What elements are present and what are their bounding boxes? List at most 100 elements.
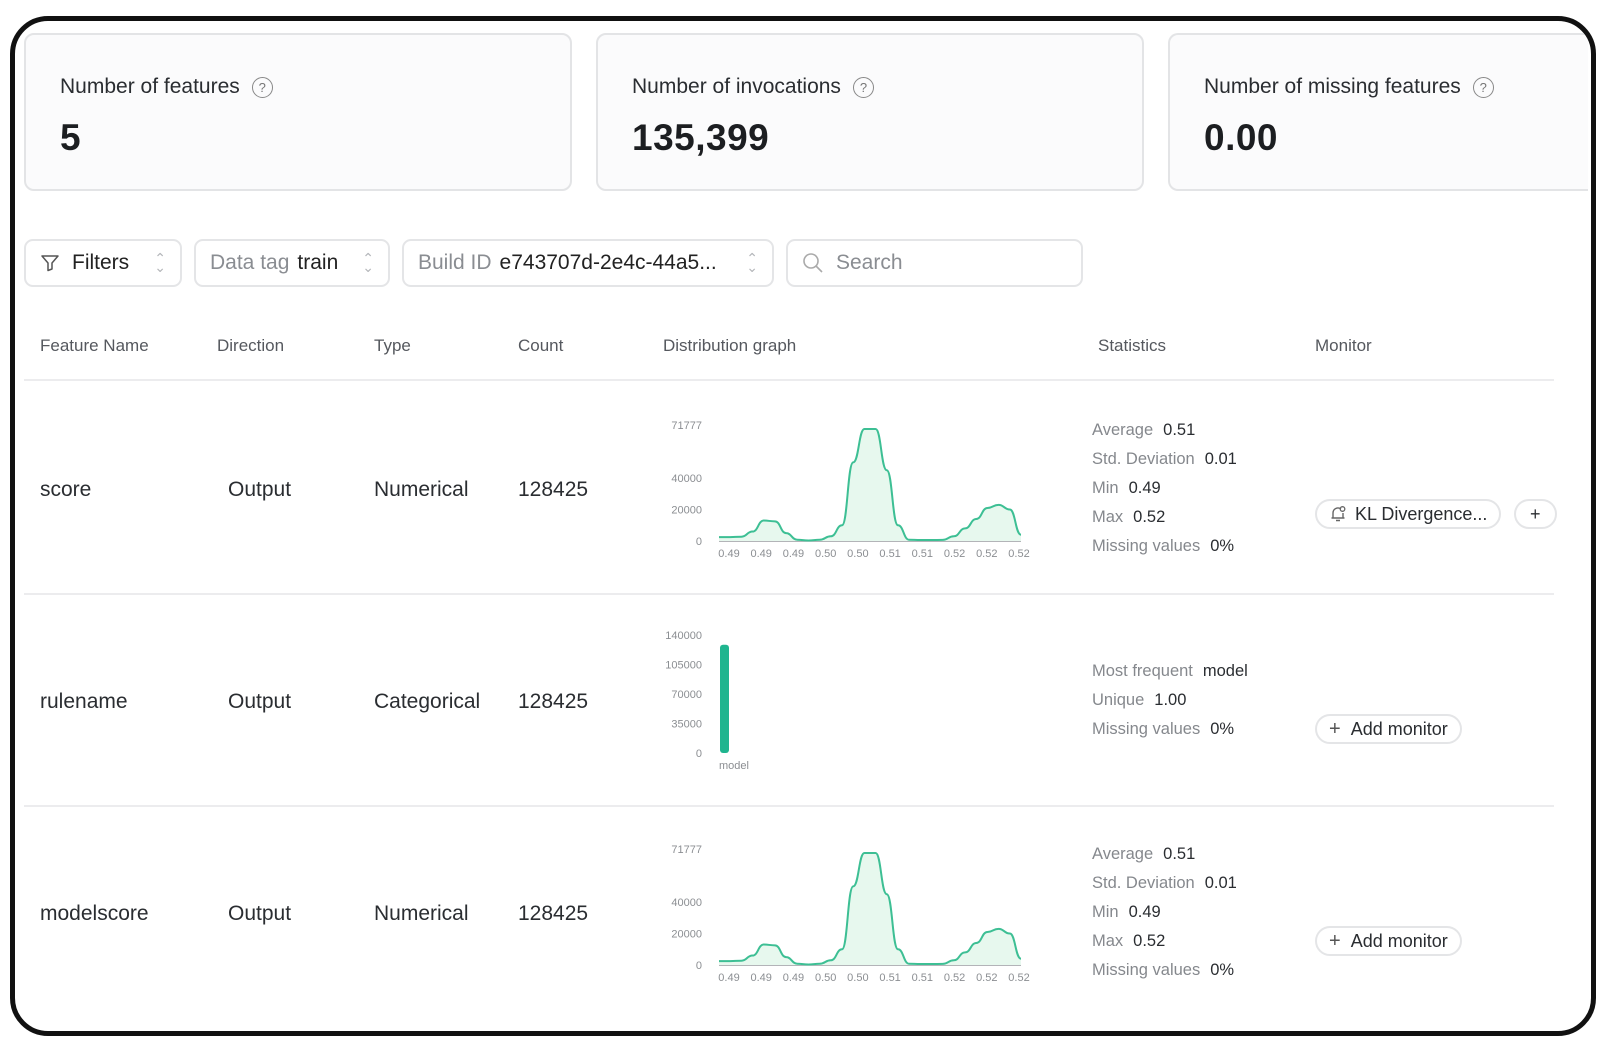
toolbar: Filters ⌃ ⌄ Data tag train ⌃ ⌄ Build ID e7… [24,239,1083,287]
build-id-label: Build ID [418,251,492,274]
content: Number of features? 5 Number of invocati… [24,33,1591,1031]
stat-missing: Missing values 0% [1092,961,1235,979]
feature-name: rulename [40,690,128,713]
x-tick-label: 0.52 [1008,548,1029,560]
x-tick-label: 0.49 [718,548,739,560]
x-tick-label: 0.52 [1008,972,1029,984]
header-count[interactable]: Count [518,336,563,356]
build-id-select[interactable]: Build ID e743707d-2e4c-44a5... ⌃ ⌄ [402,239,774,287]
x-tick-label: 0.50 [815,548,836,560]
x-tick-label: 0.50 [847,972,868,984]
card-value: 5 [60,117,82,158]
card-value: 0.00 [1204,117,1279,158]
count: 128425 [518,690,589,713]
bell-icon [1331,506,1346,522]
y-tick-label: 40000 [671,897,702,909]
table-row[interactable]: modelscore Output Numerical 128425 0 2000… [24,807,1554,1019]
help-icon[interactable]: ? [251,76,273,98]
area-fill [719,429,1021,541]
monitor-label: KL Divergence... [1355,503,1488,524]
y-tick-label: 140000 [665,630,702,642]
y-tick-label: 40000 [671,473,702,485]
chevron-up-down-icon: ⌃ ⌄ [362,250,374,275]
x-tick-label: 0.52 [976,548,997,560]
stat-max: Max 0.52 [1092,508,1166,526]
x-tick-label: 0.49 [718,972,739,984]
type: Numerical [374,902,469,925]
statistics: Average 0.51 Std. Deviation 0.01 Min 0.49 M… [1092,840,1237,985]
header-type[interactable]: Type [374,336,411,356]
table-header: Feature Name Direction Type Count Distri… [24,321,1554,381]
header-monitor: Monitor [1315,336,1372,355]
data-tag-value: train [297,251,339,274]
x-tick-label: 0.49 [751,972,772,984]
card-label: Number of features [60,75,240,98]
window-frame: Number of features? 5 Number of invocati… [10,16,1596,1036]
plus-icon: + [1530,503,1541,524]
table-row[interactable]: score Output Numerical 128425 0 20000 4000… [24,383,1557,595]
monitor-label: Add monitor [1350,930,1448,951]
stat-average: Average 0.51 [1092,845,1196,863]
stat-min: Min 0.49 [1092,479,1161,497]
search-icon [803,253,823,273]
build-id-value: e743707d-2e4c-44a5... [499,251,717,274]
filter-icon [41,255,59,272]
table-row[interactable]: rulename Output Categorical 128425 0 3500… [24,595,1554,807]
count: 128425 [518,902,589,925]
distribution-chart: 0 20000 40000 71777 0.49 0.49 0.49 0.50 0.50 0.51… [671,844,1029,984]
y-tick-label: 71777 [671,420,702,432]
monitor-label: Add monitor [1350,718,1448,739]
distribution-chart: 0 35000 70000 105000 140000 model [665,630,749,772]
stat-missing: Missing values 0% [1092,537,1235,555]
direction: Output [228,478,292,501]
header-feature-name[interactable]: Feature Name [40,336,149,356]
y-tick-label: 35000 [671,719,702,731]
filters-dropdown[interactable]: Filters ⌃ ⌄ [24,239,182,287]
help-icon[interactable]: ? [852,76,874,98]
help-icon[interactable]: ? [1472,76,1494,98]
chevron-up-down-icon: ⌃ ⌄ [154,250,166,275]
data-tag-label: Data tag [210,251,290,274]
data-tag-select[interactable]: Data tag train ⌃ ⌄ [194,239,390,287]
count: 128425 [518,478,589,501]
y-tick-label: 71777 [671,844,702,856]
y-tick-label: 0 [696,960,702,972]
bar [720,644,729,753]
search-placeholder: Search [836,251,903,274]
feature-name: score [40,478,92,501]
y-tick-label: 20000 [671,929,702,941]
stat-unique: Unique 1.00 [1092,691,1187,709]
x-tick-label: 0.50 [847,548,868,560]
x-tick-label: 0.52 [944,548,965,560]
search-input[interactable]: Search [786,239,1083,287]
x-tick-label: 0.51 [879,972,900,984]
kl-divergence-monitor-button[interactable]: KL Divergence... [1315,499,1502,529]
y-tick-label: 20000 [671,505,702,517]
direction: Output [228,902,292,925]
card-label: Number of invocations [632,75,841,98]
card-label: Number of missing features [1204,75,1461,98]
direction: Output [228,690,292,713]
x-tick-label: 0.49 [751,548,772,560]
stat-max: Max 0.52 [1092,932,1166,950]
x-tick-label: 0.51 [912,548,933,560]
filters-label: Filters [72,251,130,274]
statistics: Average 0.51 Std. Deviation 0.01 Min 0.49 M… [1092,416,1237,561]
y-tick-label: 0 [696,536,702,548]
stat-average: Average 0.51 [1092,421,1196,439]
y-tick-label: 0 [696,748,702,760]
add-monitor-button[interactable]: + Add monitor [1315,926,1462,956]
stat-missing: Missing values 0% [1092,720,1235,738]
type: Categorical [374,690,481,713]
header-direction[interactable]: Direction [217,336,284,356]
add-monitor-icon-button[interactable]: + [1514,499,1557,529]
plus-icon: + [1329,929,1341,952]
feature-name: modelscore [40,902,149,925]
add-monitor-button[interactable]: + Add monitor [1315,714,1462,744]
card-missing-features: Number of missing features? 0.00 [1168,33,1588,191]
x-tick-label: 0.51 [912,972,933,984]
plus-icon: + [1329,717,1341,740]
header-distribution-graph: Distribution graph [663,336,797,355]
y-tick-label: 70000 [671,689,702,701]
stat-std: Std. Deviation 0.01 [1092,874,1237,892]
